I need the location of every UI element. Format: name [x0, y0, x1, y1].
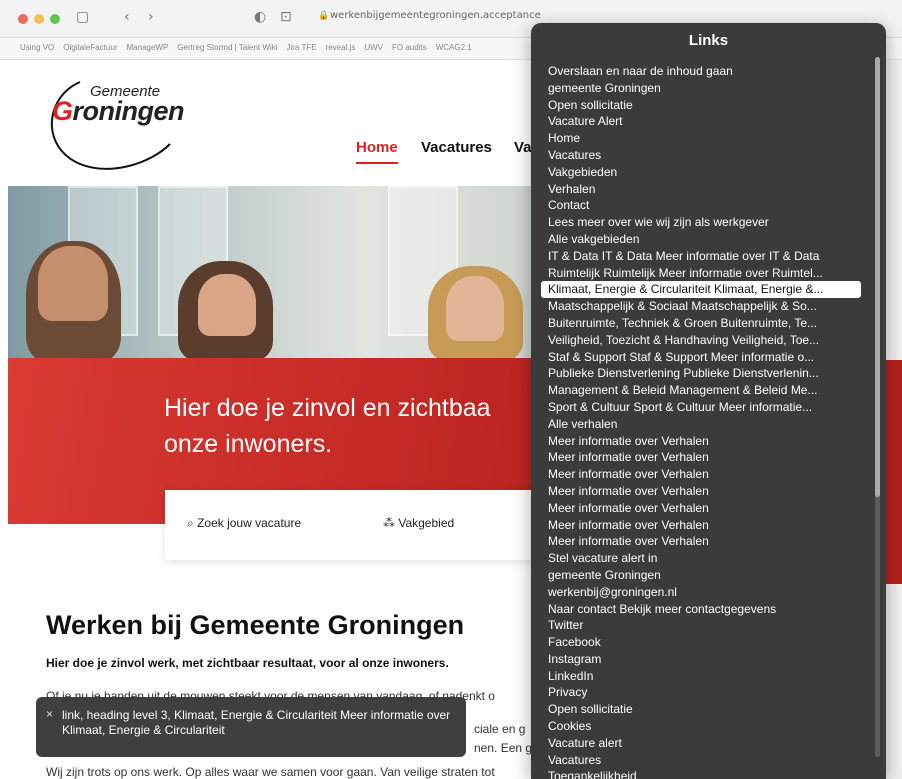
- rotor-link-item[interactable]: Vacatures: [541, 147, 861, 164]
- rotor-link-item[interactable]: Instagram: [541, 651, 861, 668]
- rotor-link-item[interactable]: Alle verhalen: [541, 416, 861, 433]
- rotor-link-item[interactable]: Meer informatie over Verhalen: [541, 500, 861, 517]
- rotor-link-item[interactable]: Publieke Dienstverlening Publieke Dienst…: [541, 365, 861, 382]
- rotor-link-item[interactable]: Home: [541, 130, 861, 147]
- vakgebied-tab[interactable]: ⁂ Vakgebied: [383, 516, 454, 530]
- bookmark-item[interactable]: Using VO: [20, 43, 54, 52]
- rotor-link-item[interactable]: Toegankelijkheid: [541, 768, 861, 779]
- rotor-link-item[interactable]: Vakgebieden: [541, 164, 861, 181]
- rotor-link-item[interactable]: Meer informatie over Verhalen: [541, 466, 861, 483]
- vakgebied-label: Vakgebied: [398, 516, 455, 530]
- rotor-link-item[interactable]: Staf & Support Staf & Support Meer infor…: [541, 349, 861, 366]
- nav-home[interactable]: Home: [356, 139, 398, 164]
- search-icon: ⌕: [187, 516, 194, 530]
- page-heading: Werken bij Gemeente Groningen: [46, 610, 465, 640]
- forward-button-icon[interactable]: ›: [148, 9, 154, 25]
- rotor-link-item[interactable]: Meer informatie over Verhalen: [541, 449, 861, 466]
- bookmark-item[interactable]: ManageWP: [126, 43, 168, 52]
- hero-red-edge: [886, 360, 902, 584]
- search-vacature-label: Zoek jouw vacature: [197, 516, 302, 530]
- paragraph-line: Wij zijn trots op ons werk. Op alles waa…: [46, 765, 495, 779]
- rotor-link-item[interactable]: Klimaat, Energie & Circulariteit Klimaat…: [541, 281, 861, 299]
- rotor-link-item[interactable]: gemeente Groningen: [541, 567, 861, 584]
- bookmark-item[interactable]: FO audits: [392, 43, 427, 52]
- nav-vacatures[interactable]: Vacatures: [421, 139, 492, 156]
- paragraph-fragment: nen. Een g: [474, 741, 533, 755]
- rotor-link-item[interactable]: Meer informatie over Verhalen: [541, 517, 861, 534]
- voiceover-caption-text: link, heading level 3, Klimaat, Energie …: [62, 708, 451, 737]
- rotor-link-item[interactable]: Twitter: [541, 617, 861, 634]
- rotor-scrollbar[interactable]: [875, 57, 880, 757]
- rotor-link-item[interactable]: Lees meer over wie wij zijn als werkgeve…: [541, 214, 861, 231]
- minimize-window-button[interactable]: [34, 14, 44, 24]
- nav-vakgebieden[interactable]: Va: [514, 139, 532, 156]
- voiceover-caption-panel: × link, heading level 3, Klimaat, Energi…: [36, 697, 466, 757]
- bookmark-item[interactable]: Jira TFE: [286, 43, 316, 52]
- rotor-link-item[interactable]: LinkedIn: [541, 668, 861, 685]
- rotor-link-item[interactable]: Naar contact Bekijk meer contactgegevens: [541, 601, 861, 618]
- rotor-link-item[interactable]: IT & Data IT & Data Meer informatie over…: [541, 248, 861, 265]
- vakgebied-icon: ⁂: [383, 516, 395, 530]
- tab-overview-icon[interactable]: ⊡: [280, 9, 292, 25]
- zoom-window-button[interactable]: [50, 14, 60, 24]
- rotor-link-item[interactable]: Vacatures: [541, 752, 861, 769]
- rotor-link-item[interactable]: werkenbij@groningen.nl: [541, 584, 861, 601]
- rotor-link-item[interactable]: Veiligheid, Toezicht & Handhaving Veilig…: [541, 332, 861, 349]
- privacy-shield-icon[interactable]: ◐: [254, 9, 266, 25]
- person-face: [38, 246, 108, 321]
- rotor-link-item[interactable]: Management & Beleid Management & Beleid …: [541, 382, 861, 399]
- rotor-link-item[interactable]: Verhalen: [541, 181, 861, 198]
- rotor-link-list: Overslaan en naar de inhoud gaan gemeente…: [541, 63, 861, 779]
- rotor-link-item[interactable]: Vacature alert: [541, 735, 861, 752]
- rotor-link-item[interactable]: Cookies: [541, 718, 861, 735]
- lock-icon: 🔒: [318, 10, 330, 20]
- logo-groningen-text: roningen: [72, 96, 185, 126]
- links-rotor: Links Overslaan en naar de inhoud gaan ge…: [531, 23, 886, 779]
- paragraph-fragment: ciale en g: [474, 722, 526, 736]
- rotor-link-item[interactable]: Contact: [541, 197, 861, 214]
- rotor-link-item[interactable]: Stel vacature alert in: [541, 550, 861, 567]
- logo-groningen[interactable]: Groningen: [52, 96, 185, 127]
- bookmark-item[interactable]: WCAG2.1: [436, 43, 472, 52]
- bookmark-item[interactable]: Gertreg Stormd | Talent Wiki: [177, 43, 277, 52]
- bookmark-item[interactable]: reveal.js: [326, 43, 356, 52]
- rotor-link-item[interactable]: Privacy: [541, 684, 861, 701]
- address-bar[interactable]: werkenbijgemeentegroningen.acceptance: [330, 10, 541, 21]
- back-button-icon[interactable]: ‹: [124, 9, 130, 25]
- hero-title: Hier doe je zinvol en zichtbaa onze inwo…: [164, 394, 491, 458]
- person-face: [446, 276, 504, 341]
- close-icon[interactable]: ×: [46, 707, 53, 721]
- person-face: [198, 274, 256, 336]
- rotor-link-item[interactable]: Meer informatie over Verhalen: [541, 533, 861, 550]
- bookmarks-list: Using VO OlgitaleFactuur ManageWP Gertreg S…: [20, 43, 472, 52]
- rotor-link-item[interactable]: Open sollicitatie: [541, 97, 861, 114]
- rotor-link-item[interactable]: Overslaan en naar de inhoud gaan: [541, 63, 861, 80]
- rotor-link-item[interactable]: Meer informatie over Verhalen: [541, 483, 861, 500]
- rotor-scroll-thumb[interactable]: [875, 57, 880, 497]
- rotor-link-item[interactable]: Vacature Alert: [541, 113, 861, 130]
- search-card: ⌕ Zoek jouw vacature ⁂ Vakgebied: [165, 490, 545, 560]
- rotor-link-item[interactable]: gemeente Groningen: [541, 80, 861, 97]
- close-window-button[interactable]: [18, 14, 28, 24]
- rotor-link-item[interactable]: Facebook: [541, 634, 861, 651]
- lead-text: Hier doe je zinvol werk, met zichtbaar r…: [46, 656, 449, 670]
- logo-g-letter: G: [52, 96, 73, 126]
- rotor-title: Links: [688, 32, 729, 49]
- sidebar-toggle-icon[interactable]: ▢: [76, 9, 89, 25]
- rotor-link-item[interactable]: Buitenruimte, Techniek & Groen Buitenrui…: [541, 315, 861, 332]
- page-right-edge: [886, 60, 902, 779]
- rotor-link-item[interactable]: Maatschappelijk & Sociaal Maatschappelij…: [541, 298, 861, 315]
- rotor-link-item[interactable]: Sport & Cultuur Sport & Cultuur Meer inf…: [541, 399, 861, 416]
- bookmark-item[interactable]: UWV: [364, 43, 383, 52]
- bookmark-item[interactable]: OlgitaleFactuur: [63, 43, 117, 52]
- search-vacature-tab[interactable]: ⌕ Zoek jouw vacature: [187, 516, 301, 531]
- rotor-link-item[interactable]: Ruimtelijk Ruimtelijk Meer informatie ov…: [541, 265, 861, 282]
- rotor-link-item[interactable]: Alle vakgebieden: [541, 231, 861, 248]
- rotor-link-item[interactable]: Meer informatie over Verhalen: [541, 433, 861, 450]
- rotor-link-item[interactable]: Open sollicitatie: [541, 701, 861, 718]
